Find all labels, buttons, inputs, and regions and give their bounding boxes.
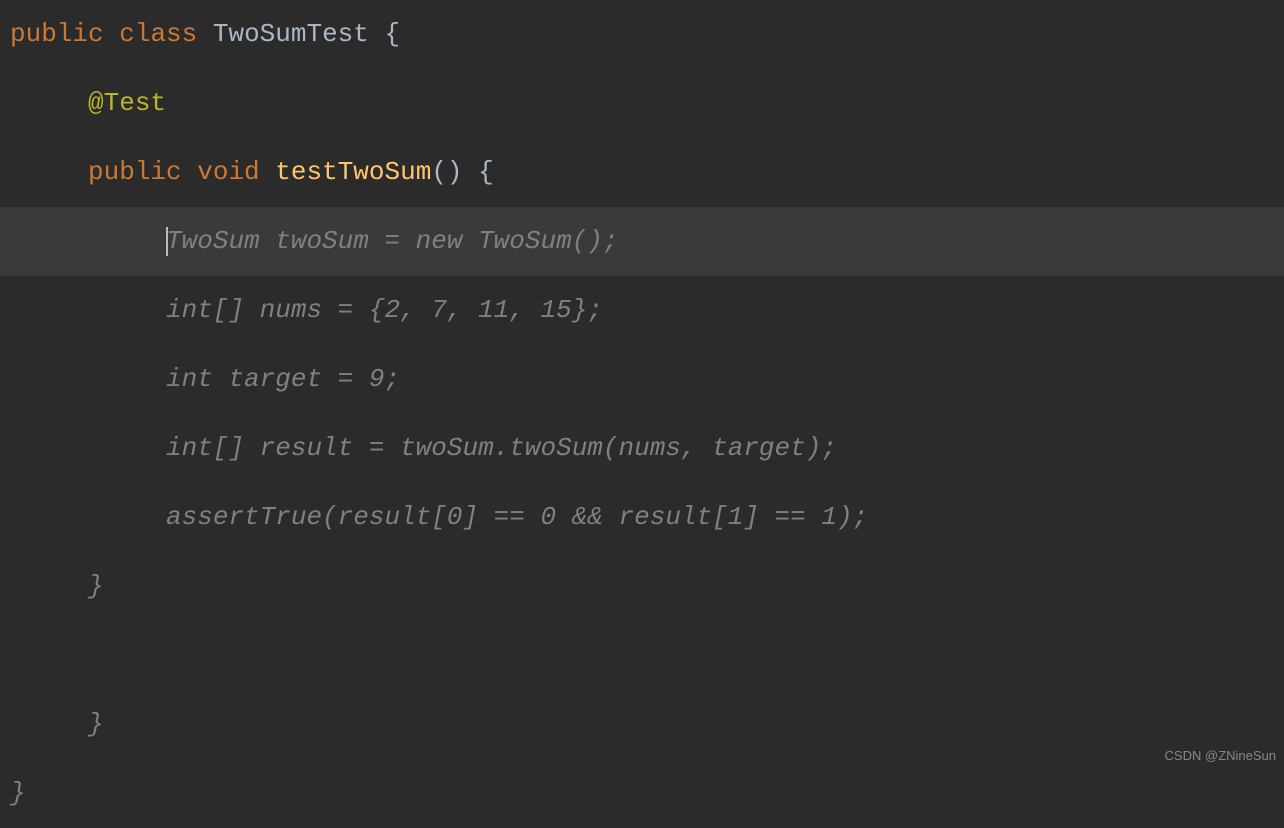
open-brace: { <box>478 157 494 187</box>
code-line: int target = 9; <box>0 345 1284 414</box>
code-line-blank <box>0 621 1284 690</box>
code-line: public class TwoSumTest { <box>0 0 1284 69</box>
code-line: } <box>0 552 1284 621</box>
keyword-public: public <box>10 19 104 49</box>
watermark: CSDN @ZNineSun <box>1165 748 1276 763</box>
annotation-test: @Test <box>88 88 166 118</box>
keyword-public: public <box>88 157 182 187</box>
code-line: int[] nums = {2, 7, 11, 15}; <box>0 276 1284 345</box>
code-suggestion: int[] nums = {2, 7, 11, 15}; <box>166 295 603 325</box>
class-name: TwoSumTest <box>213 19 369 49</box>
close-brace: } <box>88 571 104 601</box>
code-suggestion: assertTrue(result[0] == 0 && result[1] =… <box>166 502 868 532</box>
open-brace: { <box>385 19 401 49</box>
code-line-active: TwoSum twoSum = new TwoSum(); <box>0 207 1284 276</box>
close-brace: } <box>88 709 104 739</box>
code-line: @Test <box>0 69 1284 138</box>
code-line: } <box>0 690 1284 759</box>
code-line: public void testTwoSum() { <box>0 138 1284 207</box>
code-suggestion: int target = 9; <box>166 364 400 394</box>
code-line: } <box>0 759 1284 828</box>
code-suggestion: int[] result = twoSum.twoSum(nums, targe… <box>166 433 837 463</box>
code-line: assertTrue(result[0] == 0 && result[1] =… <box>0 483 1284 552</box>
code-line: int[] result = twoSum.twoSum(nums, targe… <box>0 414 1284 483</box>
parentheses: () <box>431 157 462 187</box>
method-name: testTwoSum <box>275 157 431 187</box>
code-editor[interactable]: public class TwoSumTest { @Test public v… <box>0 0 1284 828</box>
code-suggestion: TwoSum twoSum = new TwoSum(); <box>166 226 618 256</box>
keyword-class: class <box>119 19 197 49</box>
close-brace: } <box>10 778 26 808</box>
keyword-void: void <box>197 157 259 187</box>
